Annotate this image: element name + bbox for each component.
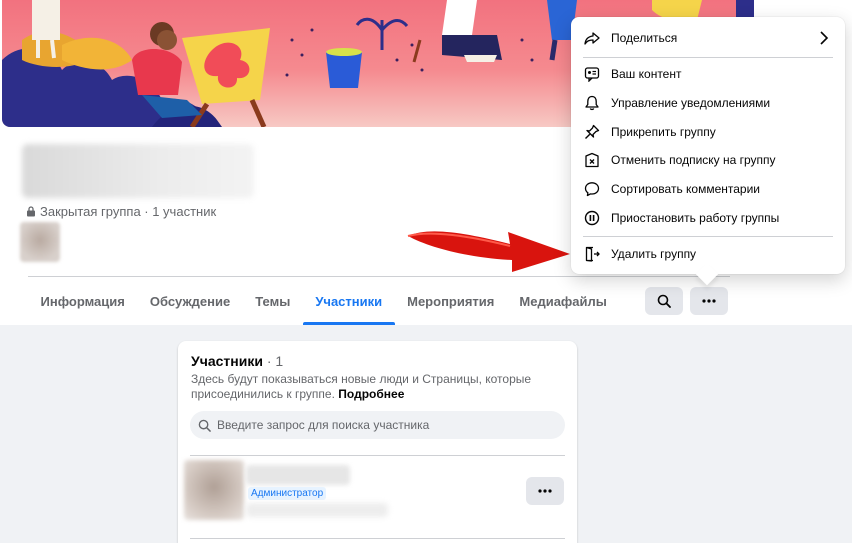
tab-label: Информация xyxy=(40,294,125,309)
tab-label: Медиафайлы xyxy=(519,294,607,309)
menu-item-label: Прикрепить группу xyxy=(611,125,716,139)
tab-label: Обсуждение xyxy=(149,294,231,309)
member-more-button[interactable] xyxy=(526,477,564,505)
tab-label: Участники xyxy=(315,294,383,309)
menu-item-pause-group[interactable]: Приостановить работу группы xyxy=(579,204,837,232)
menu-divider xyxy=(583,57,833,58)
comment-icon xyxy=(583,180,601,198)
exit-icon xyxy=(583,245,601,263)
tab-discussion[interactable]: Обсуждение xyxy=(137,278,242,325)
member-subtitle xyxy=(246,503,388,517)
member-role-badge: Администратор xyxy=(248,487,327,500)
more-dots-icon xyxy=(702,299,716,303)
tab-topics[interactable]: Темы xyxy=(243,278,303,325)
members-card-title: Участники · 1 xyxy=(191,353,283,369)
group-options-menu: Поделиться Ваш контент Управление уведом… xyxy=(571,17,845,274)
card-divider xyxy=(190,538,565,539)
pin-icon xyxy=(583,123,601,141)
member-avatar[interactable] xyxy=(20,222,60,262)
group-more-button[interactable] xyxy=(690,287,728,315)
group-tabs: Информация Обсуждение Темы Участники Мер… xyxy=(28,278,619,325)
tab-label: Темы xyxy=(255,294,291,309)
members-card: Участники · 1 Здесь будут показываться н… xyxy=(178,341,577,543)
tab-media[interactable]: Медиафайлы xyxy=(507,278,620,325)
member-photo[interactable] xyxy=(184,460,244,520)
menu-item-unfollow[interactable]: Отменить подписку на группу xyxy=(579,146,837,174)
tab-events[interactable]: Мероприятия xyxy=(395,278,507,325)
members-description: Здесь будут показываться новые люди и Ст… xyxy=(191,372,551,402)
menu-item-label: Удалить группу xyxy=(611,247,697,261)
menu-item-sort-comments[interactable]: Сортировать комментарии xyxy=(579,175,837,203)
unfollow-icon xyxy=(583,151,601,169)
more-dots-icon xyxy=(538,489,552,493)
group-name[interactable] xyxy=(22,144,254,198)
pause-icon xyxy=(583,209,601,227)
chevron-right-icon xyxy=(820,31,829,45)
annotation-arrow-icon xyxy=(407,231,570,272)
menu-item-notifications[interactable]: Управление уведомлениями xyxy=(579,89,837,117)
menu-item-share[interactable]: Поделиться xyxy=(579,24,837,52)
menu-item-label: Управление уведомлениями xyxy=(611,96,771,110)
menu-item-label: Ваш контент xyxy=(611,67,682,81)
tab-label: Мероприятия xyxy=(407,294,495,309)
menu-item-label: Поделиться xyxy=(611,31,678,45)
lock-icon xyxy=(27,206,35,217)
tab-info[interactable]: Информация xyxy=(28,278,137,325)
members-count: · 1 xyxy=(262,353,284,369)
bell-icon xyxy=(583,94,601,112)
menu-item-label: Приостановить работу группы xyxy=(611,211,780,225)
card-divider xyxy=(190,455,565,456)
menu-item-pin-group[interactable]: Прикрепить группу xyxy=(579,118,837,146)
menu-item-delete-group[interactable]: Удалить группу xyxy=(579,240,837,268)
privacy-text: Закрытая группа · 1 участник xyxy=(40,204,217,219)
share-icon xyxy=(583,29,601,47)
menu-item-label: Отменить подписку на группу xyxy=(611,153,776,167)
menu-divider xyxy=(583,236,833,237)
group-privacy: Закрытая группа · 1 участник xyxy=(26,204,216,219)
member-search-box[interactable] xyxy=(190,411,565,439)
menu-item-your-content[interactable]: Ваш контент xyxy=(579,60,837,88)
tab-members[interactable]: Участники xyxy=(302,278,395,325)
menu-item-label: Сортировать комментарии xyxy=(611,182,761,196)
member-search-input[interactable] xyxy=(217,418,547,432)
search-icon xyxy=(657,294,671,308)
group-search-button[interactable] xyxy=(645,287,683,315)
search-icon xyxy=(198,419,211,432)
members-title: Участники xyxy=(191,353,263,369)
member-name[interactable] xyxy=(246,465,350,485)
content-icon xyxy=(583,65,601,83)
learn-more-link[interactable]: Подробнее xyxy=(338,387,404,401)
header-divider xyxy=(28,276,730,277)
